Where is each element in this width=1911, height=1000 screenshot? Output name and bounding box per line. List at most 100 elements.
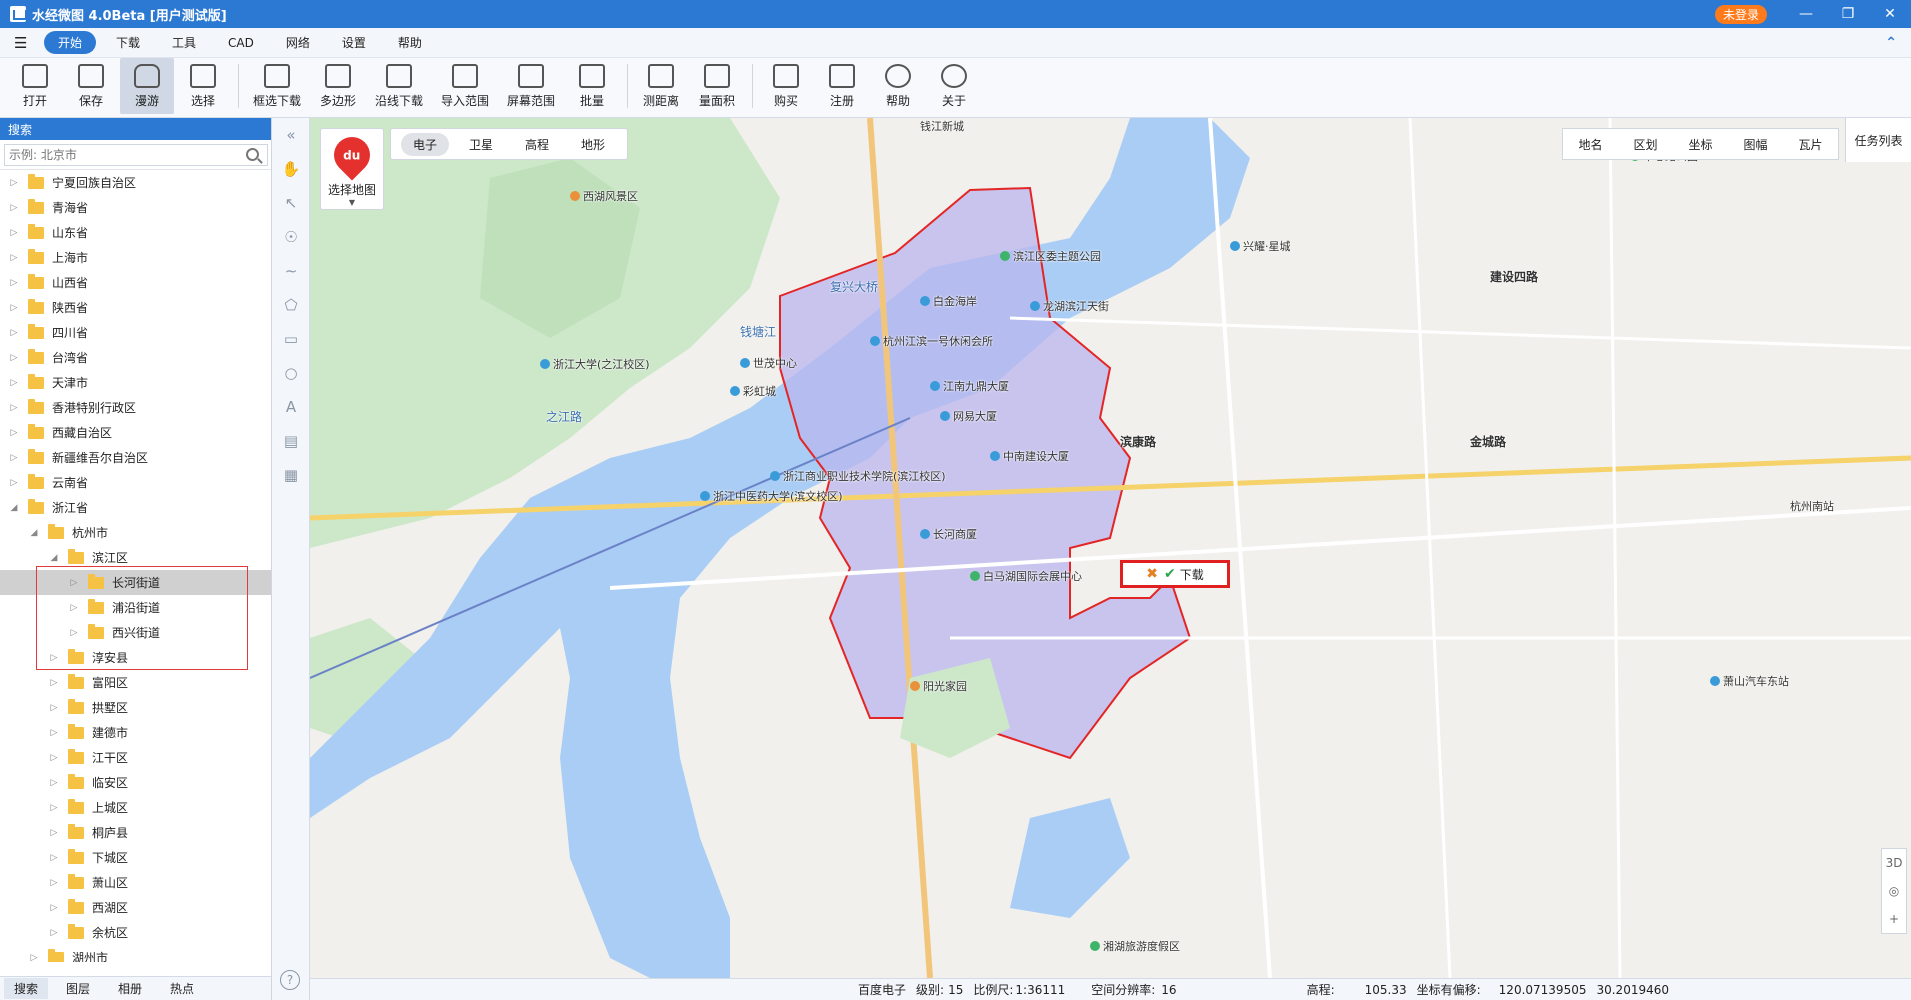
map-source-selector[interactable]: du 选择地图 ▼ xyxy=(320,128,384,210)
tree-item[interactable]: ▷ 上城区 xyxy=(0,795,271,820)
close-icon[interactable]: ✕ xyxy=(1869,6,1911,22)
tree-item[interactable]: ◢ 浙江省 xyxy=(0,495,271,520)
collapsed-arrow-icon[interactable]: ▷ xyxy=(8,353,20,363)
collapsed-arrow-icon[interactable]: ▷ xyxy=(48,678,60,688)
collapsed-arrow-icon[interactable]: ▷ xyxy=(8,228,20,238)
tree-item[interactable]: ▷ 西藏自治区 xyxy=(0,420,271,445)
batch-button[interactable]: 批量 xyxy=(565,58,619,114)
tab-layers[interactable]: 图层 xyxy=(56,978,100,999)
save-button[interactable]: 保存 xyxy=(64,58,118,114)
collapsed-arrow-icon[interactable]: ▷ xyxy=(48,828,60,838)
menu-cad[interactable]: CAD xyxy=(216,32,266,54)
toggle-place-names[interactable]: 地名 xyxy=(1563,136,1618,153)
menu-tools[interactable]: 工具 xyxy=(160,30,208,55)
about-button[interactable]: 关于 xyxy=(927,58,981,114)
polygon-icon[interactable]: ⬠ xyxy=(272,288,310,322)
tree-item[interactable]: ▷ 余杭区 xyxy=(0,920,271,945)
tree-item[interactable]: ▷ 香港特别行政区 xyxy=(0,395,271,420)
collapse-panel-icon[interactable]: « xyxy=(272,118,310,152)
collapsed-arrow-icon[interactable]: ▷ xyxy=(8,403,20,413)
tab-map-elevation[interactable]: 高程 xyxy=(513,133,561,156)
confirm-icon[interactable]: ✔ xyxy=(1164,566,1176,582)
menu-settings[interactable]: 设置 xyxy=(330,30,378,55)
collapsed-arrow-icon[interactable]: ▷ xyxy=(48,803,60,813)
tab-search[interactable]: 搜索 xyxy=(4,978,49,999)
tree-item[interactable]: ▷ 萧山区 xyxy=(0,870,271,895)
tree-item[interactable]: ▷ 山西省 xyxy=(0,270,271,295)
restore-icon[interactable]: ❐ xyxy=(1827,6,1869,22)
expanded-arrow-icon[interactable]: ◢ xyxy=(48,553,60,563)
tab-map-satellite[interactable]: 卫星 xyxy=(457,133,505,156)
collapse-ribbon-icon[interactable]: ⌃ xyxy=(1885,35,1897,51)
tree-item[interactable]: ▷ 台湾省 xyxy=(0,345,271,370)
download-button[interactable]: 下载 xyxy=(1180,566,1204,583)
login-button[interactable]: 未登录 xyxy=(1714,4,1767,24)
menu-start[interactable]: 开始 xyxy=(44,31,97,54)
hand-icon[interactable]: ✋ xyxy=(272,152,310,186)
collapsed-arrow-icon[interactable]: ▷ xyxy=(48,728,60,738)
tree-item[interactable]: ▷ 湖州市 xyxy=(0,945,271,962)
pan-button[interactable]: 漫游 xyxy=(120,58,174,114)
toggle-map-sheets[interactable]: 图幅 xyxy=(1728,136,1783,153)
area-icon[interactable]: ▦ xyxy=(272,458,310,492)
zoom-in-button[interactable]: + xyxy=(1882,905,1906,933)
toggle-districts[interactable]: 区划 xyxy=(1618,136,1673,153)
tree-item[interactable]: ▷ 建德市 xyxy=(0,720,271,745)
help-button[interactable]: 帮助 xyxy=(871,58,925,114)
buy-button[interactable]: 购买 xyxy=(759,58,813,114)
tree-item[interactable]: ▷ 西湖区 xyxy=(0,895,271,920)
collapsed-arrow-icon[interactable]: ▷ xyxy=(8,253,20,263)
box-download-button[interactable]: 框选下载 xyxy=(245,58,309,114)
tree-item[interactable]: ▷ 四川省 xyxy=(0,320,271,345)
text-icon[interactable]: A xyxy=(272,390,310,424)
tree-item[interactable]: ▷ 富阳区 xyxy=(0,670,271,695)
tree-item[interactable]: ▷ 拱墅区 xyxy=(0,695,271,720)
collapsed-arrow-icon[interactable]: ▷ xyxy=(48,853,60,863)
collapsed-arrow-icon[interactable]: ▷ xyxy=(8,478,20,488)
toggle-tiles[interactable]: 瓦片 xyxy=(1783,136,1838,153)
collapsed-arrow-icon[interactable]: ▷ xyxy=(8,378,20,388)
task-list-button[interactable]: 任务列表 xyxy=(1845,118,1911,162)
expanded-arrow-icon[interactable]: ◢ xyxy=(8,503,20,513)
tree-item[interactable]: ◢ 杭州市 xyxy=(0,520,271,545)
collapsed-arrow-icon[interactable]: ▷ xyxy=(8,303,20,313)
collapsed-arrow-icon[interactable]: ▷ xyxy=(8,278,20,288)
cancel-icon[interactable]: ✖ xyxy=(1146,566,1158,582)
tab-album[interactable]: 相册 xyxy=(108,978,152,999)
tree-item[interactable]: ▷ 新疆维吾尔自治区 xyxy=(0,445,271,470)
tree-item[interactable]: ▷ 青海省 xyxy=(0,195,271,220)
tree-item[interactable]: ▷ 宁夏回族自治区 xyxy=(0,170,271,195)
circle-icon[interactable]: ○ xyxy=(272,356,310,390)
tree-item[interactable]: ▷ 江干区 xyxy=(0,745,271,770)
tab-map-terrain[interactable]: 地形 xyxy=(569,133,617,156)
tree-item[interactable]: ▷ 下城区 xyxy=(0,845,271,870)
collapsed-arrow-icon[interactable]: ▷ xyxy=(8,203,20,213)
menu-network[interactable]: 网络 xyxy=(274,30,322,55)
screen-range-button[interactable]: 屏幕范围 xyxy=(499,58,563,114)
3d-toggle-button[interactable]: 3D xyxy=(1882,849,1906,877)
polyline-icon[interactable]: ∼ xyxy=(272,254,310,288)
tree-item[interactable]: ▷ 山东省 xyxy=(0,220,271,245)
tree-item[interactable]: ▷ 天津市 xyxy=(0,370,271,395)
register-button[interactable]: 注册 xyxy=(815,58,869,114)
tree-item[interactable]: ▷ 桐庐县 xyxy=(0,820,271,845)
collapsed-arrow-icon[interactable]: ▷ xyxy=(8,453,20,463)
collapsed-arrow-icon[interactable]: ▷ xyxy=(48,778,60,788)
collapsed-arrow-icon[interactable]: ▷ xyxy=(28,953,40,963)
collapsed-arrow-icon[interactable]: ▷ xyxy=(8,328,20,338)
collapsed-arrow-icon[interactable]: ▷ xyxy=(8,178,20,188)
tree-item[interactable]: ▷ 临安区 xyxy=(0,770,271,795)
toggle-coordinates[interactable]: 坐标 xyxy=(1673,136,1728,153)
tab-hotspot[interactable]: 热点 xyxy=(160,978,204,999)
tree-item[interactable]: ▷ 云南省 xyxy=(0,470,271,495)
ruler-icon[interactable]: ▤ xyxy=(272,424,310,458)
measure-area-button[interactable]: 量面积 xyxy=(690,58,744,114)
cursor-icon[interactable]: ↖ xyxy=(272,186,310,220)
collapsed-arrow-icon[interactable]: ▷ xyxy=(8,428,20,438)
collapsed-arrow-icon[interactable]: ▷ xyxy=(48,878,60,888)
hamburger-menu-icon[interactable]: ☰ xyxy=(14,34,34,52)
collapsed-arrow-icon[interactable]: ▷ xyxy=(48,928,60,938)
collapsed-arrow-icon[interactable]: ▷ xyxy=(48,753,60,763)
line-download-button[interactable]: 沿线下载 xyxy=(367,58,431,114)
import-range-button[interactable]: 导入范围 xyxy=(433,58,497,114)
